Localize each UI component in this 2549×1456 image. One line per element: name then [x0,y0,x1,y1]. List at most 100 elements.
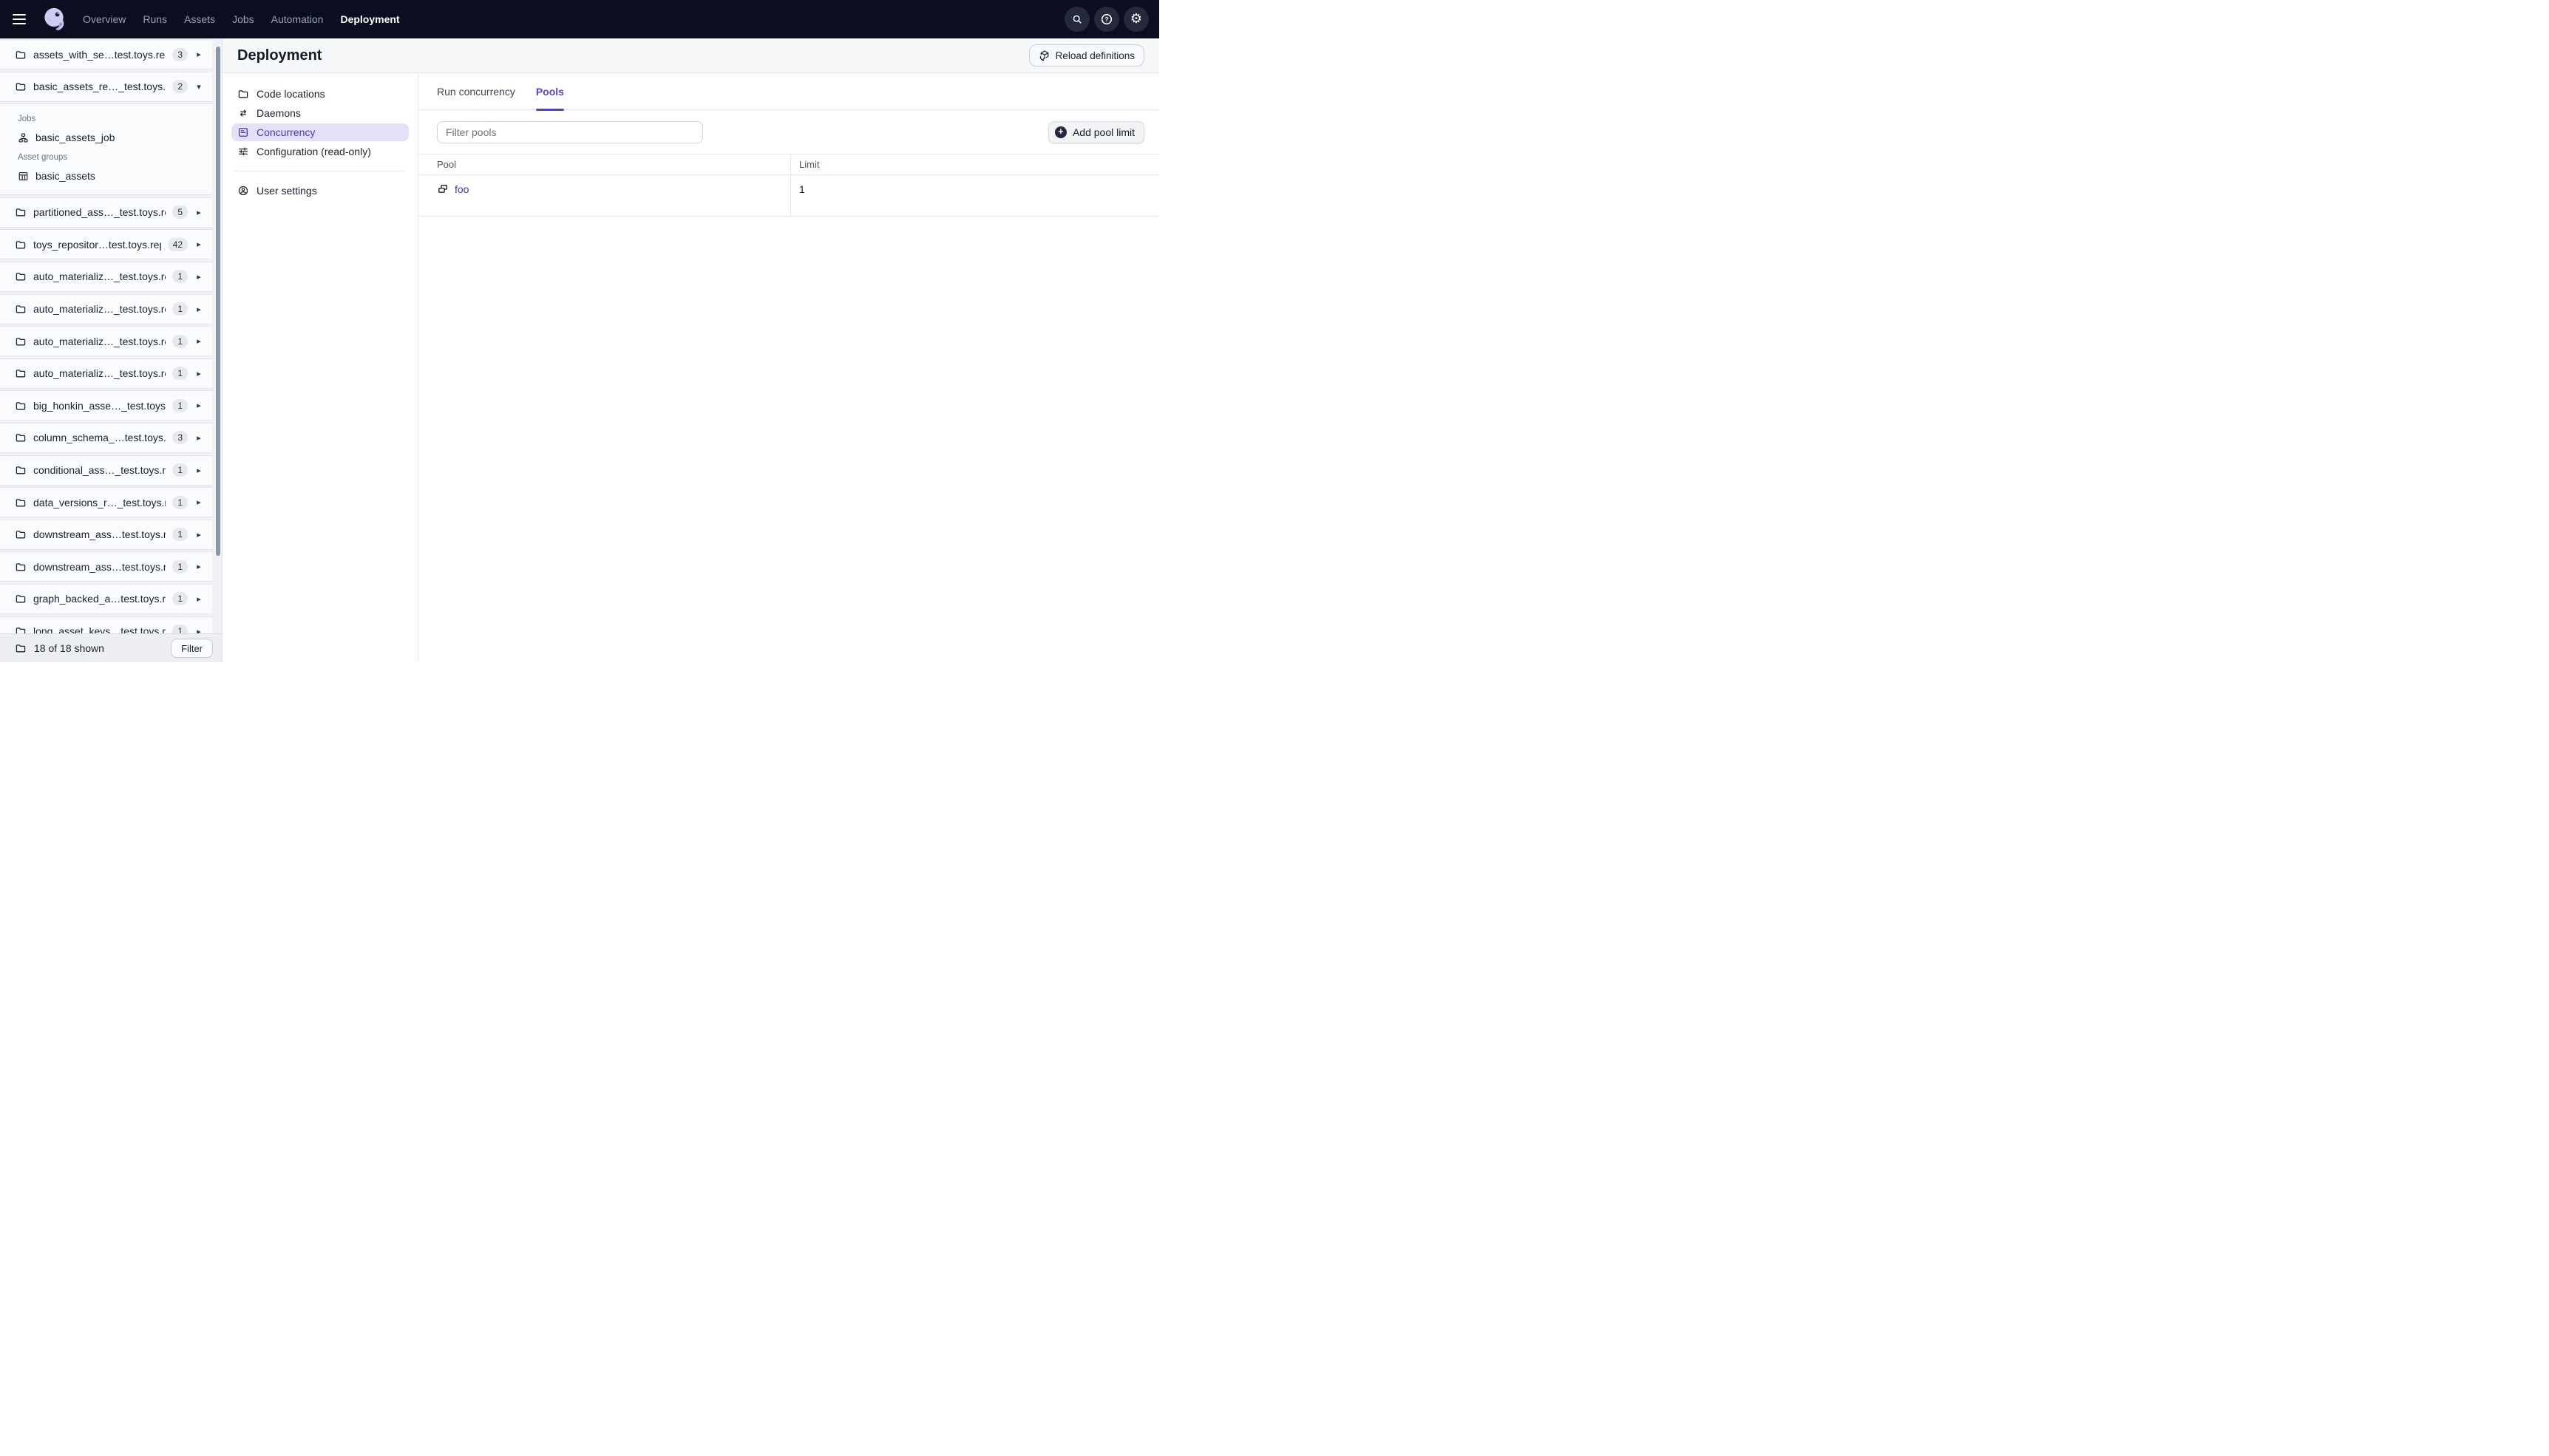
repo-name: auto_materializ…_test.toys.repo [33,303,166,316]
tab-pools[interactable]: Pools [535,73,565,111]
repo-row[interactable]: toys_repositor…test.toys.repo 42 ▸ [0,229,212,260]
subnav-item-concurrency[interactable]: Concurrency [231,123,409,141]
search-button[interactable] [1065,7,1090,32]
nav-item-jobs[interactable]: Jobs [232,13,254,25]
subnav-item-code-locations[interactable]: Code locations [231,85,409,103]
subnav-item-user-settings[interactable]: User settings [231,182,409,200]
chevron-right-icon[interactable]: ▸ [194,594,203,604]
help-button[interactable] [1094,7,1119,32]
repo-row[interactable]: conditional_ass…_test.toys.repo 1 ▸ [0,455,212,486]
app-root: Overview Runs Assets Jobs Automation Dep… [0,0,1159,662]
subnav-label: Code locations [257,88,325,100]
folder-icon [15,497,27,508]
nav-item-runs[interactable]: Runs [143,13,167,25]
pool-link-foo[interactable]: foo [455,183,469,195]
nav-item-deployment[interactable]: Deployment [340,13,399,25]
tab-run-concurrency[interactable]: Run concurrency [437,73,515,109]
chevron-right-icon[interactable]: ▸ [194,50,203,59]
repo-row[interactable]: data_versions_r…_test.toys.rep 1 ▸ [0,487,212,518]
repo-expanded-content: Jobs basic_assets_job Asset groups basic… [0,103,212,196]
pools-table-header: Pool Limit [418,154,1159,175]
column-header-pool: Pool [437,159,457,170]
repo-row[interactable]: big_honkin_asse…_test.toys.rep 1 ▸ [0,390,212,421]
deployment-subnav: Code locations Daemons Concurrency Confi… [223,73,418,662]
repo-count-badge: 1 [172,270,188,284]
repo-row[interactable]: graph_backed_a…test.toys.repo 1 ▸ [0,583,212,614]
folder-icon [15,336,27,347]
search-icon [1071,13,1083,25]
concurrency-icon [237,126,249,138]
repo-row[interactable]: downstream_ass…test.toys.rep 1 ▸ [0,551,212,582]
folder-icon [15,271,27,282]
repo-name: column_schema_…test.toys.rep [33,432,166,444]
repo-name: auto_materializ…_test.toys.repo [33,271,166,283]
plus-icon: + [1054,126,1067,138]
chevron-right-icon[interactable]: ▸ [194,497,203,507]
repo-row[interactable]: auto_materializ…_test.toys.repo 1 ▸ [0,293,212,324]
repo-row[interactable]: downstream_ass…test.toys.rep 1 ▸ [0,519,212,550]
chevron-right-icon[interactable]: ▸ [194,336,203,346]
folder-icon [15,432,27,443]
filter-button[interactable]: Filter [171,639,213,658]
filter-pools-input[interactable] [437,120,703,143]
repo-row[interactable]: partitioned_ass…_test.toys.rep 5 ▸ [0,197,212,228]
repo-row[interactable]: auto_materializ…_test.toys.repo 1 ▸ [0,261,212,292]
subnav-item-configuration[interactable]: Configuration (read-only) [231,143,409,160]
chevron-down-icon[interactable]: ▾ [194,82,203,92]
repo-row[interactable]: column_schema_…test.toys.rep 3 ▸ [0,422,212,453]
folder-icon [15,400,27,412]
concurrency-pane: Run concurrency Pools + Add pool limit P… [418,73,1159,662]
repo-name: assets_with_se…test.toys.repo [33,48,166,61]
folder-icon [15,81,27,92]
repo-name: auto_materializ…_test.toys.repo [33,367,166,380]
subnav-item-daemons[interactable]: Daemons [231,104,409,122]
reload-definitions-icon [1039,50,1051,61]
repo-row[interactable]: assets_with_se…test.toys.repo 3 ▸ [0,39,212,69]
dagster-logo-icon[interactable] [40,5,68,33]
folder-icon [237,88,249,100]
asset-group-item[interactable]: basic_assets [18,166,203,186]
job-icon [18,132,29,143]
chevron-right-icon[interactable]: ▸ [194,305,203,314]
pools-table: Pool Limit foo 1 [418,154,1159,217]
chevron-right-icon[interactable]: ▸ [194,530,203,540]
add-pool-limit-button[interactable]: + Add pool limit [1048,120,1144,143]
folder-icon [15,528,27,540]
limit-cell: 1 [790,175,1159,216]
chevron-right-icon[interactable]: ▸ [194,208,203,217]
main-area: Deployment Reload definitions Code locat… [223,38,1159,662]
repo-count-badge: 1 [172,334,188,348]
add-pool-limit-label: Add pool limit [1072,126,1135,138]
repo-count-badge: 1 [172,592,188,606]
repo-row-expanded[interactable]: basic_assets_re…_test.toys.rep 2 ▾ [0,71,212,102]
reload-definitions-button[interactable]: Reload definitions [1028,44,1144,67]
folder-icon [15,206,27,218]
job-item[interactable]: basic_assets_job [18,128,203,147]
repo-row[interactable]: auto_materializ…_test.toys.repo 1 ▸ [0,326,212,357]
chevron-right-icon[interactable]: ▸ [194,272,203,282]
chevron-right-icon[interactable]: ▸ [194,369,203,378]
chevron-right-icon[interactable]: ▸ [194,239,203,249]
chevron-right-icon[interactable]: ▸ [194,562,203,571]
repo-name: basic_assets_re…_test.toys.rep [33,81,166,93]
repo-row[interactable]: auto_materializ…_test.toys.repo 1 ▸ [0,358,212,389]
shell: assets_with_se…test.toys.repo 3 ▸ basic_… [0,38,1159,662]
nav-item-assets[interactable]: Assets [184,13,215,25]
menu-icon[interactable] [10,7,35,32]
repo-count-badge: 1 [172,559,188,574]
folder-icon [15,464,27,476]
subnav-label: Daemons [257,107,301,119]
repo-name: downstream_ass…test.toys.rep [33,560,166,573]
settings-button[interactable]: ⚙ [1124,7,1149,32]
help-icon [1100,13,1113,26]
deployment-content: Code locations Daemons Concurrency Confi… [223,73,1159,662]
chevron-right-icon[interactable]: ▸ [194,433,203,443]
chevron-right-icon[interactable]: ▸ [194,466,203,475]
pool-icon [437,183,449,195]
nav-item-automation[interactable]: Automation [271,13,324,25]
chevron-right-icon[interactable]: ▸ [194,401,203,410]
sidebar-scrollbar[interactable] [216,47,220,556]
repo-count-badge: 3 [172,431,188,445]
repo-name: data_versions_r…_test.toys.rep [33,496,166,508]
nav-item-overview[interactable]: Overview [83,13,126,25]
